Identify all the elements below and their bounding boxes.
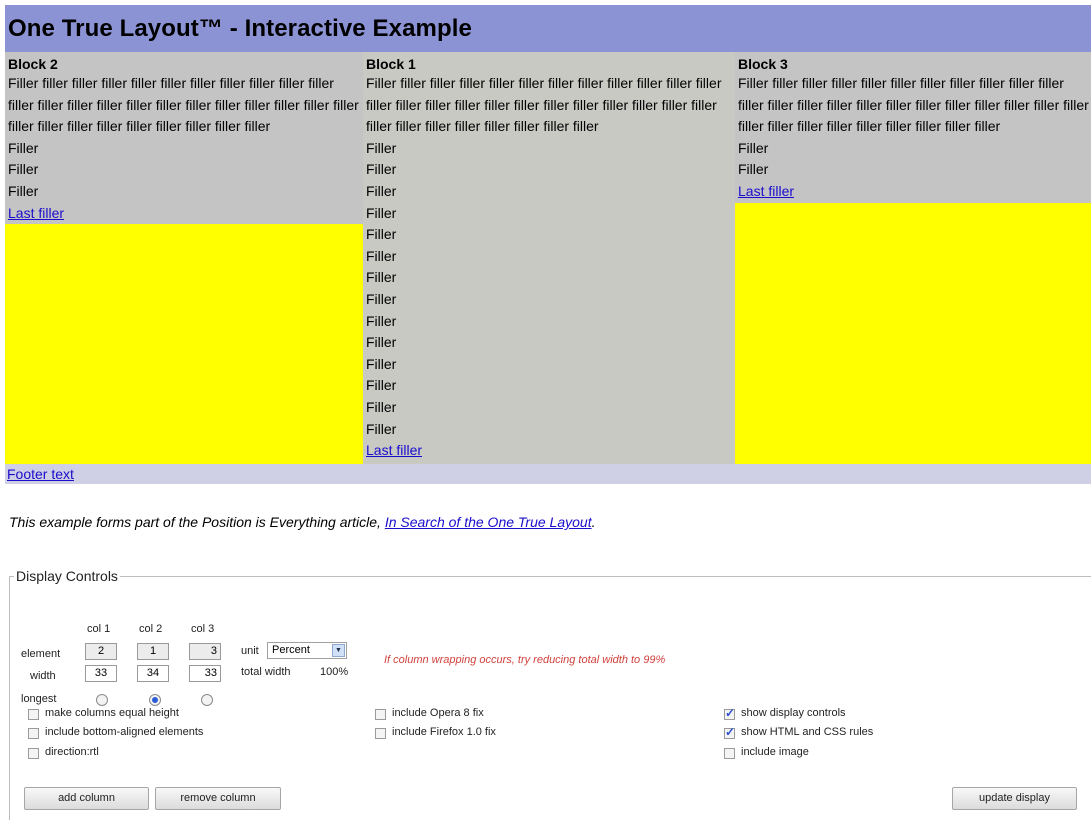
block-3-paragraph: Filler filler filler filler filler fille…	[738, 75, 1089, 135]
block-2-title: Block 2	[8, 56, 58, 72]
include-image-checkbox[interactable]	[724, 748, 735, 759]
block-2-line: Filler	[8, 161, 39, 178]
block-1-line: Filler	[366, 355, 397, 372]
opera-fix-checkbox[interactable]	[375, 709, 386, 720]
total-width-label: total width	[241, 666, 291, 678]
block-1-line: Filler	[366, 139, 397, 156]
intro-period: .	[591, 514, 596, 530]
footer-link[interactable]: Footer text	[7, 466, 74, 482]
col-1-width-input[interactable]: 33	[85, 665, 117, 682]
block-1-column: Block 1 Filler filler filler filler fill…	[363, 52, 735, 464]
block-1-line: Filler	[366, 420, 397, 437]
block-1-paragraph: Filler filler filler filler filler fille…	[366, 75, 722, 135]
block-2-content: Block 2 Filler filler filler filler fill…	[5, 52, 363, 225]
block-3-last-filler-link[interactable]: Last filler	[738, 181, 1091, 203]
block-3-content: Block 3 Filler filler filler filler fill…	[735, 52, 1091, 203]
block-2-paragraph: Filler filler filler filler filler fille…	[8, 75, 359, 135]
block-1-content: Block 1 Filler filler filler filler fill…	[363, 52, 735, 462]
bottom-aligned-label: include bottom-aligned elements	[45, 726, 204, 738]
block-3-title: Block 3	[738, 56, 788, 72]
page-footer: Footer text	[5, 464, 1091, 484]
col-3-width-input[interactable]: 33	[189, 665, 221, 682]
page-title: One True Layout™ - Interactive Example	[8, 15, 472, 42]
show-controls-checkbox[interactable]	[724, 706, 735, 720]
block-1-line: Filler	[366, 290, 397, 307]
firefox-fix-label: include Firefox 1.0 fix	[392, 726, 496, 738]
block-3-line: Filler	[738, 139, 769, 156]
display-controls-legend: Display Controls	[16, 568, 118, 584]
block-3-column: Block 3 Filler filler filler filler fill…	[735, 52, 1091, 464]
col-1-element-input[interactable]: 2	[85, 643, 117, 660]
block-2-column: Block 2 Filler filler filler filler fill…	[5, 52, 363, 464]
intro-sentence: This example forms part of the Position …	[9, 514, 385, 530]
col-3-header: col 3	[191, 623, 215, 635]
equal-height-checkbox[interactable]	[28, 709, 39, 720]
article-link[interactable]: In Search of the One True Layout	[385, 514, 592, 530]
col-3-longest-radio[interactable]	[201, 694, 213, 706]
block-1-line: Filler	[366, 161, 397, 178]
block-1-line: Filler	[366, 204, 397, 221]
show-rules-label: show HTML and CSS rules	[741, 726, 874, 738]
block-1-last-filler-link[interactable]: Last filler	[366, 440, 735, 462]
bottom-aligned-checkbox[interactable]	[28, 728, 39, 739]
block-1-line: Filler	[366, 377, 397, 394]
block-2-last-filler-link[interactable]: Last filler	[8, 203, 363, 225]
col-1-longest-radio[interactable]	[96, 694, 108, 706]
intro-text: This example forms part of the Position …	[9, 514, 595, 530]
show-controls-label: show display controls	[741, 707, 846, 719]
col-3-element-input[interactable]: 3	[189, 643, 221, 660]
block-2-line: Filler	[8, 139, 39, 156]
col-2-header: col 2	[139, 623, 163, 635]
unit-label: unit	[241, 645, 259, 657]
col-1-header: col 1	[87, 623, 111, 635]
add-column-button[interactable]: add column	[24, 787, 149, 810]
block-1-line: Filler	[366, 226, 397, 243]
equal-height-label: make columns equal height	[45, 707, 179, 719]
display-controls: Display Controls	[9, 568, 1091, 820]
block-1-line: Filler	[366, 182, 397, 199]
block-1-line: Filler	[366, 269, 397, 286]
block-3-line: Filler	[738, 161, 769, 178]
block-1-line: Filler	[366, 312, 397, 329]
unit-select[interactable]: Percent ▼	[267, 642, 347, 659]
firefox-fix-checkbox[interactable]	[375, 728, 386, 739]
col-2-width-input[interactable]: 34	[137, 665, 169, 682]
block-1-line: Filler	[366, 398, 397, 415]
include-image-label: include image	[741, 746, 809, 758]
block-1-line: Filler	[366, 334, 397, 351]
element-row-label: element	[21, 648, 61, 660]
rtl-label: direction:rtl	[45, 746, 99, 758]
chevron-down-icon: ▼	[332, 644, 345, 657]
total-width-value: 100%	[320, 666, 349, 678]
col-2-element-input[interactable]: 1	[137, 643, 169, 660]
block-2-line: Filler	[8, 182, 39, 199]
col-2-longest-radio[interactable]	[149, 694, 161, 706]
opera-fix-label: include Opera 8 fix	[392, 707, 484, 719]
remove-column-button[interactable]: remove column	[155, 787, 281, 810]
block-1-line: Filler	[366, 247, 397, 264]
longest-row-label: longest	[21, 693, 57, 705]
rtl-checkbox[interactable]	[28, 748, 39, 759]
width-row-label: width	[30, 670, 56, 682]
update-display-button[interactable]: update display	[952, 787, 1077, 810]
wrapping-warning: If column wrapping occurs, try reducing …	[384, 654, 666, 666]
block-1-title: Block 1	[366, 56, 416, 72]
unit-select-value: Percent	[272, 644, 310, 656]
page-header: One True Layout™ - Interactive Example	[5, 5, 1091, 52]
show-rules-checkbox[interactable]	[724, 725, 735, 739]
